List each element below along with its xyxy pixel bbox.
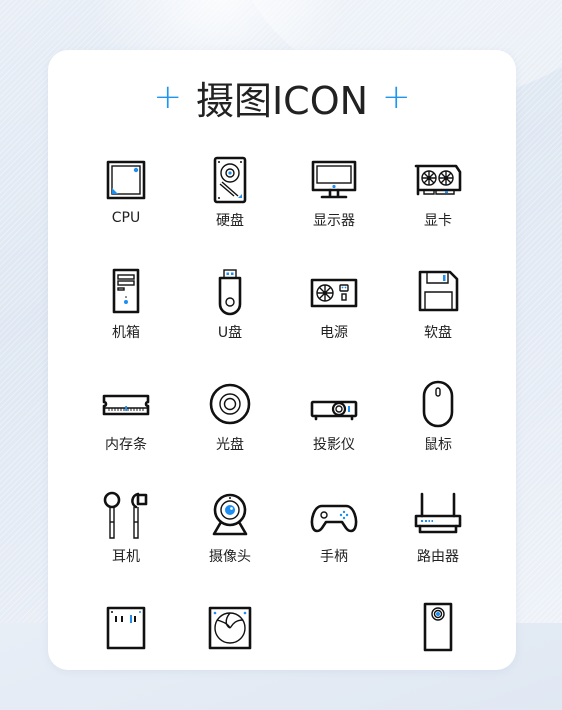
mouse-icon xyxy=(412,378,464,430)
icon-label: 光盘 xyxy=(216,437,244,453)
icon-item-hard-disk[interactable]: 硬盘 xyxy=(178,150,282,262)
graphics-card-icon xyxy=(412,154,464,206)
icon-grid: CPU 硬盘 显示器 显卡 机箱 U盘 电源 软盘 内存条 光盘 投影仪 鼠标 … xyxy=(74,150,490,710)
power-supply-icon xyxy=(308,266,360,318)
icon-item-graphics-card[interactable]: 显卡 xyxy=(386,150,490,262)
icon-item-computer-case[interactable]: 机箱 xyxy=(74,262,178,374)
icon-label: 路由器 xyxy=(417,549,459,565)
icon-item-floppy-disk[interactable]: 软盘 xyxy=(386,262,490,374)
optical-disc-icon xyxy=(204,378,256,430)
icon-item-blank xyxy=(282,598,386,710)
motherboard-icon xyxy=(100,602,152,654)
plus-icon-right: + xyxy=(382,77,411,117)
icon-item-optical-disc[interactable]: 光盘 xyxy=(178,374,282,486)
title-row: + 摄图ICON + xyxy=(48,72,516,123)
icon-item-projector[interactable]: 投影仪 xyxy=(282,374,386,486)
icon-label: 硬盘 xyxy=(216,213,244,229)
icon-item-gamepad[interactable]: 手柄 xyxy=(282,486,386,598)
earphones-icon xyxy=(100,490,152,542)
icon-label: 电源 xyxy=(320,325,348,341)
icon-card: + 摄图ICON + CPU 硬盘 显示器 显卡 机箱 U盘 电源 软盘 内存条… xyxy=(48,50,516,670)
usb-drive-icon xyxy=(204,266,256,318)
icon-item-power-supply[interactable]: 电源 xyxy=(282,262,386,374)
router-icon xyxy=(412,490,464,542)
page-title: 摄图ICON xyxy=(195,78,369,123)
icon-label: U盘 xyxy=(217,325,243,341)
icon-item-webcam[interactable]: 摄像头 xyxy=(178,486,282,598)
icon-item-usb-drive[interactable]: U盘 xyxy=(178,262,282,374)
icon-label: CPU xyxy=(111,210,141,226)
icon-item-motherboard[interactable] xyxy=(74,598,178,710)
hard-disk-icon xyxy=(204,154,256,206)
webcam-icon xyxy=(204,490,256,542)
icon-item-cooling-fan[interactable] xyxy=(178,598,282,710)
icon-item-cpu[interactable]: CPU xyxy=(74,150,178,262)
icon-item-router[interactable]: 路由器 xyxy=(386,486,490,598)
computer-case-icon xyxy=(100,266,152,318)
icon-label: 投影仪 xyxy=(313,437,355,453)
projector-icon xyxy=(308,378,360,430)
icon-label: 软盘 xyxy=(424,325,452,341)
icon-item-mouse[interactable]: 鼠标 xyxy=(386,374,490,486)
blank-slot-icon xyxy=(308,602,360,654)
cpu-icon xyxy=(100,154,152,206)
floppy-disk-icon xyxy=(412,266,464,318)
icon-label: 手柄 xyxy=(320,549,348,565)
cooling-fan-icon xyxy=(204,602,256,654)
icon-label: 显卡 xyxy=(424,213,452,229)
icon-label: 摄像头 xyxy=(209,549,251,565)
icon-label: 显示器 xyxy=(313,213,355,229)
icon-label: 机箱 xyxy=(112,325,140,341)
speaker-icon xyxy=(412,602,464,654)
plus-icon-left: + xyxy=(153,77,182,117)
icon-label: 耳机 xyxy=(112,549,140,565)
icon-item-earphones[interactable]: 耳机 xyxy=(74,486,178,598)
memory-stick-icon xyxy=(100,378,152,430)
monitor-icon xyxy=(308,154,360,206)
icon-label: 鼠标 xyxy=(424,437,452,453)
icon-label: 内存条 xyxy=(105,437,147,453)
icon-item-monitor[interactable]: 显示器 xyxy=(282,150,386,262)
icon-item-memory-stick[interactable]: 内存条 xyxy=(74,374,178,486)
icon-item-speaker[interactable] xyxy=(386,598,490,710)
gamepad-icon xyxy=(308,490,360,542)
